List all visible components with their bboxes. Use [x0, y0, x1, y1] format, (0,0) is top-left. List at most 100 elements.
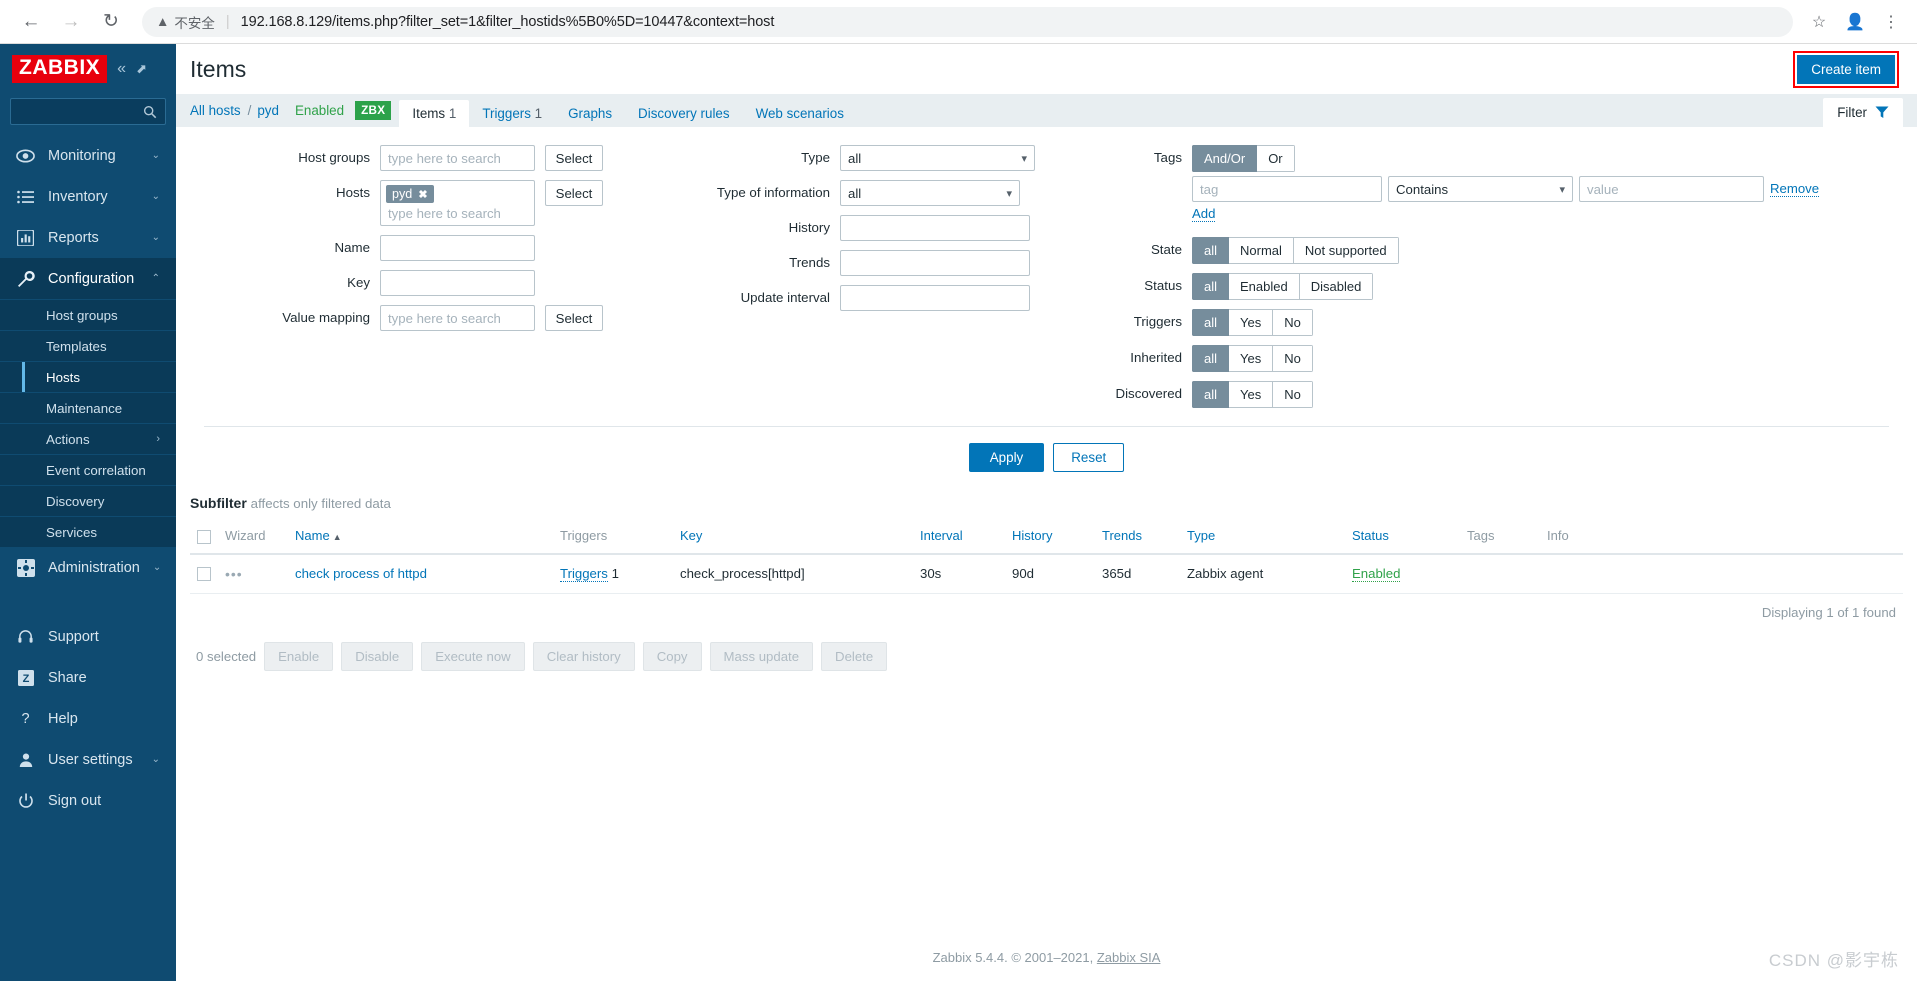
- inherited-option-no[interactable]: No: [1273, 345, 1313, 372]
- column-interval[interactable]: Interval: [913, 519, 1005, 555]
- tab-items[interactable]: Items 1: [399, 100, 470, 127]
- zabbix-sia-link[interactable]: Zabbix SIA: [1097, 950, 1161, 965]
- search-input[interactable]: [10, 98, 166, 125]
- sidebar-item-administration[interactable]: Administration ⌄: [0, 547, 176, 588]
- sidebar-item-reports[interactable]: Reports ⌄: [0, 217, 176, 258]
- column-history[interactable]: History: [1005, 519, 1095, 555]
- enable-button[interactable]: Enable: [264, 641, 334, 671]
- sidebar-item-actions[interactable]: Actions ›: [0, 423, 176, 454]
- inherited-option-all[interactable]: all: [1192, 345, 1230, 372]
- reload-icon[interactable]: ↻: [94, 5, 128, 39]
- discovered-option-no[interactable]: No: [1273, 381, 1313, 408]
- address-bar[interactable]: ▲ 不安全 | 192.168.8.129/items.php?filter_s…: [142, 6, 1793, 37]
- execute-now-button[interactable]: Execute now: [421, 641, 525, 671]
- state-option-normal[interactable]: Normal: [1229, 237, 1294, 264]
- sidebar-item-user-settings[interactable]: User settings ⌄: [0, 739, 176, 780]
- sidebar-item-hosts[interactable]: Hosts: [0, 361, 176, 392]
- breadcrumb-host[interactable]: pyd: [257, 103, 286, 118]
- name-input[interactable]: [380, 235, 535, 261]
- select-all-checkbox[interactable]: [197, 529, 211, 544]
- clear-history-button[interactable]: Clear history: [532, 641, 635, 671]
- apply-button[interactable]: Apply: [968, 443, 1045, 472]
- copy-button[interactable]: Copy: [642, 641, 702, 671]
- tag-add-link[interactable]: Add: [1192, 206, 1216, 222]
- status-option-disabled[interactable]: Disabled: [1299, 273, 1374, 300]
- tag-name-input[interactable]: [1192, 176, 1382, 202]
- tags-mode-andor[interactable]: And/Or: [1192, 145, 1258, 172]
- tags-mode-or[interactable]: Or: [1257, 145, 1295, 172]
- close-icon[interactable]: ✖: [418, 188, 427, 201]
- sidebar-item-host-groups[interactable]: Host groups: [0, 299, 176, 330]
- trends-input[interactable]: [840, 250, 1030, 276]
- column-status[interactable]: Status: [1345, 519, 1460, 555]
- host-groups-select-button[interactable]: Select: [545, 145, 603, 171]
- value-mapping-input[interactable]: [380, 305, 535, 331]
- discovered-option-all[interactable]: all: [1192, 381, 1230, 408]
- back-arrow-icon[interactable]: ←: [14, 5, 48, 39]
- tag-remove-link[interactable]: Remove: [1770, 181, 1820, 197]
- zabbix-logo[interactable]: ZABBIX: [12, 55, 108, 83]
- column-name[interactable]: Name ▲: [288, 519, 553, 555]
- discovered-option-yes[interactable]: Yes: [1229, 381, 1274, 408]
- zbx-agent-badge[interactable]: ZBX: [355, 101, 392, 120]
- tab-web-scenarios[interactable]: Web scenarios: [743, 100, 857, 127]
- sidebar-item-sign-out[interactable]: Sign out: [0, 780, 176, 821]
- sidebar-item-maintenance[interactable]: Maintenance: [0, 392, 176, 423]
- filter-tab[interactable]: Filter: [1823, 98, 1903, 127]
- sidebar-item-monitoring[interactable]: Monitoring ⌄: [0, 135, 176, 176]
- sidebar-item-services[interactable]: Services: [0, 516, 176, 547]
- sidebar-item-help[interactable]: ? Help: [0, 698, 176, 739]
- triggers-option-yes[interactable]: Yes: [1229, 309, 1274, 336]
- value-mapping-select-button[interactable]: Select: [545, 305, 603, 331]
- delete-button[interactable]: Delete: [821, 641, 888, 671]
- star-icon[interactable]: ☆: [1807, 10, 1831, 34]
- double-chevron-left-icon[interactable]: «: [117, 60, 126, 78]
- three-dots-menu-icon[interactable]: ⋮: [1879, 10, 1903, 34]
- triggers-option-no[interactable]: No: [1273, 309, 1313, 336]
- item-name-link[interactable]: check process of httpd: [295, 566, 427, 581]
- reset-button[interactable]: Reset: [1053, 443, 1125, 472]
- sidebar-item-share[interactable]: Z Share: [0, 657, 176, 698]
- tab-triggers[interactable]: Triggers 1: [469, 100, 555, 127]
- breadcrumb-status[interactable]: Enabled: [286, 103, 353, 118]
- history-input[interactable]: [840, 215, 1030, 241]
- sidebar-item-discovery[interactable]: Discovery: [0, 485, 176, 516]
- sidebar-item-event-correlation[interactable]: Event correlation: [0, 454, 176, 485]
- column-trends[interactable]: Trends: [1095, 519, 1180, 555]
- forward-arrow-icon[interactable]: →: [54, 5, 88, 39]
- status-option-all[interactable]: all: [1192, 273, 1230, 300]
- sidebar-item-configuration[interactable]: Configuration ⌃: [0, 258, 176, 299]
- tag-operator-select[interactable]: Contains ▾: [1388, 176, 1573, 202]
- update-interval-input[interactable]: [840, 285, 1030, 311]
- row-checkbox[interactable]: [197, 567, 211, 582]
- expand-icon[interactable]: ⬈: [136, 61, 147, 77]
- tab-graphs[interactable]: Graphs: [555, 100, 625, 127]
- type-select[interactable]: all ▾: [840, 145, 1035, 171]
- tag-value-input[interactable]: [1579, 176, 1764, 202]
- host-chip[interactable]: pyd ✖: [386, 185, 434, 203]
- breadcrumb-all-hosts[interactable]: All hosts: [190, 103, 248, 118]
- status-badge[interactable]: Enabled: [1352, 566, 1401, 583]
- sidebar-item-templates[interactable]: Templates: [0, 330, 176, 361]
- item-triggers-link[interactable]: Triggers: [560, 566, 608, 583]
- column-key[interactable]: Key: [673, 519, 913, 555]
- status-option-enabled[interactable]: Enabled: [1229, 273, 1300, 300]
- create-item-button[interactable]: Create item: [1797, 54, 1895, 84]
- hosts-multiselect[interactable]: pyd ✖ type here to search: [380, 180, 535, 226]
- triggers-option-all[interactable]: all: [1192, 309, 1230, 336]
- hosts-select-button[interactable]: Select: [545, 180, 603, 206]
- mass-update-button[interactable]: Mass update: [709, 641, 814, 671]
- disable-button[interactable]: Disable: [341, 641, 414, 671]
- state-option-all[interactable]: all: [1192, 237, 1230, 264]
- profile-icon[interactable]: 👤: [1843, 10, 1867, 34]
- host-groups-input[interactable]: [380, 145, 535, 171]
- tab-discovery-rules[interactable]: Discovery rules: [625, 100, 743, 127]
- key-input[interactable]: [380, 270, 535, 296]
- column-type[interactable]: Type: [1180, 519, 1345, 555]
- wizard-menu-icon[interactable]: •••: [225, 566, 243, 582]
- state-option-not-supported[interactable]: Not supported: [1293, 237, 1399, 264]
- inherited-option-yes[interactable]: Yes: [1229, 345, 1274, 372]
- sidebar-item-support[interactable]: Support: [0, 616, 176, 657]
- type-of-information-select[interactable]: all ▾: [840, 180, 1020, 206]
- sidebar-item-inventory[interactable]: Inventory ⌄: [0, 176, 176, 217]
